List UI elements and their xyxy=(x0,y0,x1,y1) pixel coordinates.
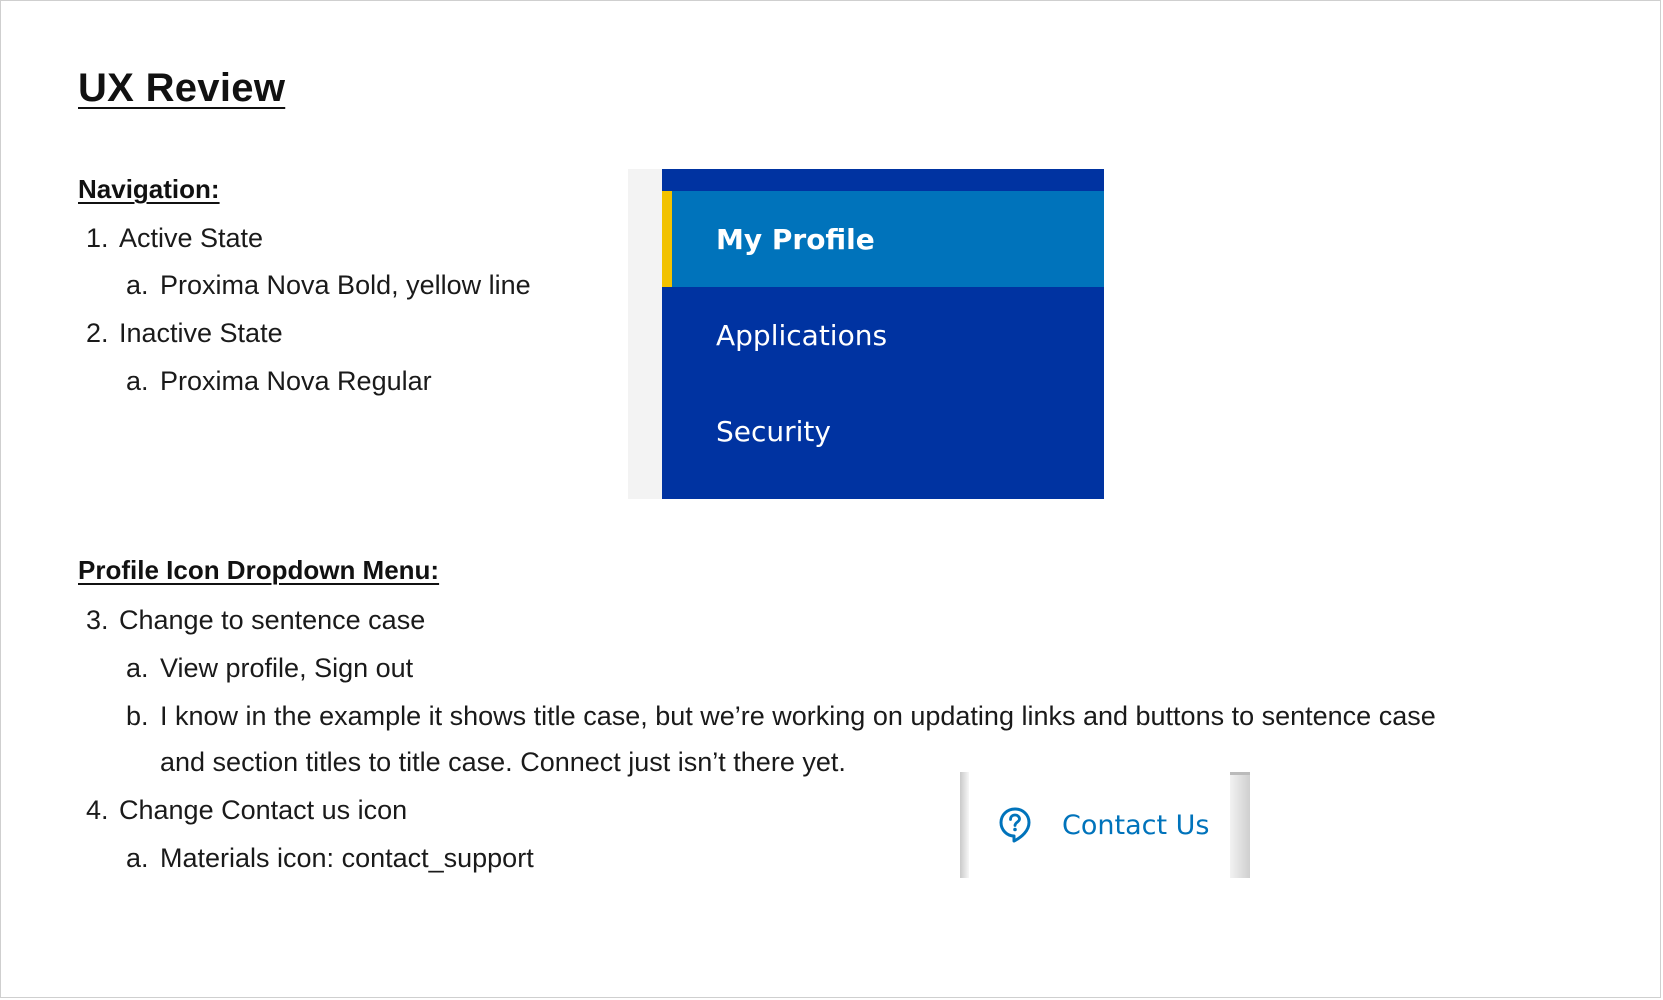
list-item: b. I know in the example it shows title c… xyxy=(126,700,1436,732)
list-text: Materials icon: contact_support xyxy=(160,843,534,873)
list-text: View profile, Sign out xyxy=(160,653,414,683)
list-text: Active State xyxy=(119,223,264,253)
sidebar-item-label: Security xyxy=(716,414,831,448)
sidebar-item-security[interactable]: Security xyxy=(662,383,1104,479)
list-item: a. View profile, Sign out xyxy=(126,652,413,684)
list-number: 3. xyxy=(86,605,109,635)
list-text: Proxima Nova Regular xyxy=(160,366,432,396)
list-letter: b. xyxy=(126,701,149,731)
divider xyxy=(960,772,969,878)
navigation-mockup: My Profile Applications Security xyxy=(628,169,1104,499)
list-number: 2. xyxy=(86,318,109,348)
question-bubble-icon xyxy=(998,806,1032,844)
contact-us-link[interactable]: Contact Us xyxy=(998,806,1209,844)
list-item: a. Proxima Nova Regular xyxy=(126,365,432,397)
dropdown-heading: Profile Icon Dropdown Menu: xyxy=(78,555,440,585)
list-item-continuation: and section titles to title case. Connec… xyxy=(160,746,846,778)
document-title: UX Review xyxy=(78,66,286,110)
list-item: 4. Change Contact us icon xyxy=(86,794,407,826)
list-number: 4. xyxy=(86,795,109,825)
sidebar-item-label: Applications xyxy=(716,318,888,352)
sidebar-item-my-profile[interactable]: My Profile xyxy=(662,191,1104,287)
list-text: Inactive State xyxy=(119,318,283,348)
sidebar-item-applications[interactable]: Applications xyxy=(662,287,1104,383)
list-item: a. Materials icon: contact_support xyxy=(126,842,534,874)
list-number: 1. xyxy=(86,223,109,253)
list-letter: a. xyxy=(126,366,149,396)
list-text: Change Contact us icon xyxy=(119,795,408,825)
sidebar-nav: My Profile Applications Security xyxy=(662,169,1104,499)
list-item: 2. Inactive State xyxy=(86,317,283,349)
list-letter: a. xyxy=(126,653,149,683)
list-item: a. Proxima Nova Bold, yellow line xyxy=(126,269,531,301)
list-item: 3. Change to sentence case xyxy=(86,604,425,636)
sidebar-item-label: My Profile xyxy=(716,222,875,256)
list-text: and section titles to title case. Connec… xyxy=(160,747,846,777)
list-letter: a. xyxy=(126,270,149,300)
list-item: 1. Active State xyxy=(86,222,263,254)
list-text: Change to sentence case xyxy=(119,605,426,635)
contact-mockup: Contact Us xyxy=(960,772,1250,878)
divider xyxy=(1230,772,1250,878)
contact-us-label: Contact Us xyxy=(1062,809,1210,841)
list-text: I know in the example it shows title cas… xyxy=(160,701,1436,731)
list-text: Proxima Nova Bold, yellow line xyxy=(160,270,531,300)
active-indicator xyxy=(662,191,672,287)
navigation-heading: Navigation: xyxy=(78,174,220,204)
list-letter: a. xyxy=(126,843,149,873)
